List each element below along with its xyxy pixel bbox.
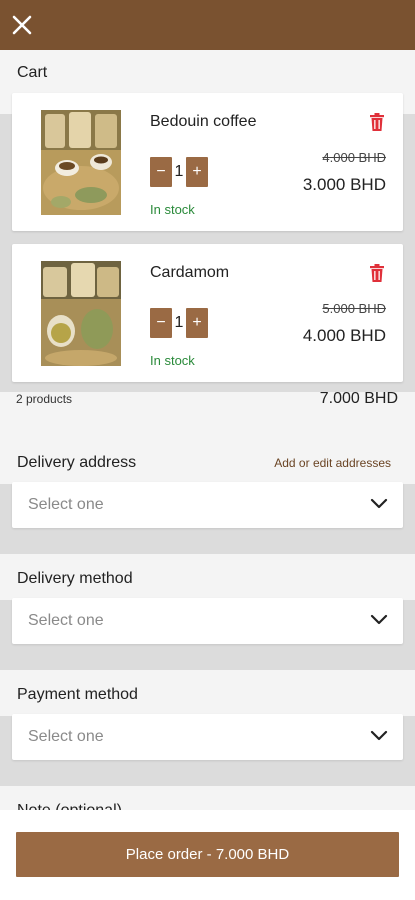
delete-button[interactable] bbox=[370, 113, 384, 131]
select-placeholder: Select one bbox=[28, 728, 104, 745]
original-price: 5.000 BHD bbox=[322, 301, 386, 316]
delete-button[interactable] bbox=[370, 264, 384, 282]
delivery-method-label: Delivery method bbox=[17, 570, 133, 587]
payment-method-label: Payment method bbox=[17, 686, 138, 703]
cart-item: Cardamom − 1 + 5.000 BHD 4.000 BHD In st… bbox=[12, 244, 403, 382]
stock-status: In stock bbox=[150, 353, 195, 368]
bottom-bar: Place order - 7.000 BHD bbox=[0, 810, 415, 900]
delivery-method-select[interactable]: Select one bbox=[12, 598, 403, 644]
quantity-value: 1 bbox=[174, 163, 184, 180]
product-count: 2 products bbox=[16, 392, 73, 406]
chevron-down-icon bbox=[370, 498, 388, 509]
trash-icon bbox=[370, 264, 384, 282]
note-label: Note (optional) bbox=[17, 802, 122, 810]
original-price: 4.000 BHD bbox=[322, 150, 386, 165]
checkout-scroll[interactable]: Cart Bedouin coffee − 1 + 4.000 BHD 3.00… bbox=[0, 50, 415, 810]
increment-button[interactable]: + bbox=[186, 157, 208, 187]
product-image bbox=[41, 261, 121, 366]
decrement-button[interactable]: − bbox=[150, 157, 172, 187]
cart-item: Bedouin coffee − 1 + 4.000 BHD 3.000 BHD… bbox=[12, 93, 403, 231]
sale-price: 3.000 BHD bbox=[302, 175, 386, 194]
product-name: Cardamom bbox=[150, 264, 230, 281]
note-section: Note (optional) bbox=[0, 786, 415, 810]
chevron-down-icon bbox=[370, 614, 388, 625]
select-placeholder: Select one bbox=[28, 612, 104, 629]
quantity-value: 1 bbox=[174, 314, 184, 331]
product-name: Bedouin coffee bbox=[150, 113, 257, 130]
top-bar bbox=[0, 0, 415, 50]
cart-title: Cart bbox=[17, 64, 48, 81]
cart-total: 7.000 BHD bbox=[319, 390, 398, 407]
delivery-address-select[interactable]: Select one bbox=[12, 482, 403, 528]
delivery-address-label: Delivery address bbox=[17, 454, 137, 471]
select-placeholder: Select one bbox=[28, 496, 104, 513]
sale-price: 4.000 BHD bbox=[302, 326, 386, 345]
delivery-address-section: Delivery address Add or edit addresses bbox=[0, 438, 415, 484]
decrement-button[interactable]: − bbox=[150, 308, 172, 338]
chevron-down-icon bbox=[370, 730, 388, 741]
close-button[interactable] bbox=[4, 5, 40, 45]
quantity-stepper: − 1 + bbox=[150, 157, 208, 187]
payment-method-section: Payment method bbox=[0, 670, 415, 716]
quantity-stepper: − 1 + bbox=[150, 308, 208, 338]
delivery-method-section: Delivery method bbox=[0, 554, 415, 600]
stock-status: In stock bbox=[150, 202, 195, 217]
increment-button[interactable]: + bbox=[186, 308, 208, 338]
cart-section: Cart Bedouin coffee − 1 + 4.000 BHD 3.00… bbox=[0, 50, 415, 438]
close-icon bbox=[12, 15, 32, 35]
edit-addresses-link[interactable]: Add or edit addresses bbox=[274, 456, 391, 470]
place-order-button[interactable]: Place order - 7.000 BHD bbox=[16, 832, 399, 877]
product-image bbox=[41, 110, 121, 215]
trash-icon bbox=[370, 113, 384, 131]
payment-method-select[interactable]: Select one bbox=[12, 714, 403, 760]
